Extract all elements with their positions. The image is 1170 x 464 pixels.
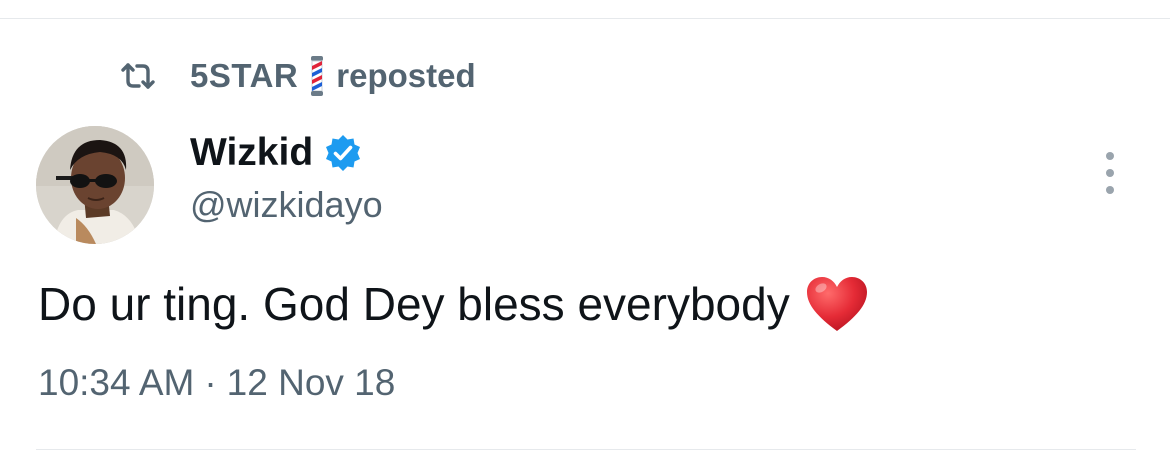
author-block: Wizkid @wizkidayo (190, 130, 383, 226)
repost-attribution[interactable]: 5STAR reposted (118, 56, 476, 96)
avatar[interactable] (36, 126, 154, 244)
barber-pole-emoji (308, 56, 326, 96)
meta-separator: · (204, 362, 217, 403)
repost-icon (118, 61, 158, 91)
author-line: Wizkid (190, 130, 383, 176)
tweet-time: 10:34 AM (38, 362, 195, 403)
top-divider (0, 18, 1170, 19)
display-name[interactable]: Wizkid (190, 131, 313, 175)
more-dot (1106, 169, 1114, 177)
tweet-text: Do ur ting. God Dey bless everybody (38, 272, 870, 336)
red-heart-emoji (804, 275, 870, 333)
repost-label: reposted (336, 57, 476, 94)
reposter-name[interactable]: 5STAR (190, 57, 298, 95)
more-dot (1106, 186, 1114, 194)
more-options-icon[interactable] (1096, 152, 1124, 194)
avatar-photo (36, 126, 154, 244)
more-dot (1106, 152, 1114, 160)
tweet-timestamp[interactable]: 10:34 AM · 12 Nov 18 (38, 362, 395, 404)
bottom-divider (36, 449, 1136, 450)
author-handle[interactable]: @wizkidayo (190, 184, 383, 226)
tweet-body: Do ur ting. God Dey bless everybody (38, 278, 790, 330)
tweet-date: 12 Nov 18 (226, 362, 396, 403)
verified-badge-icon[interactable] (323, 133, 363, 173)
